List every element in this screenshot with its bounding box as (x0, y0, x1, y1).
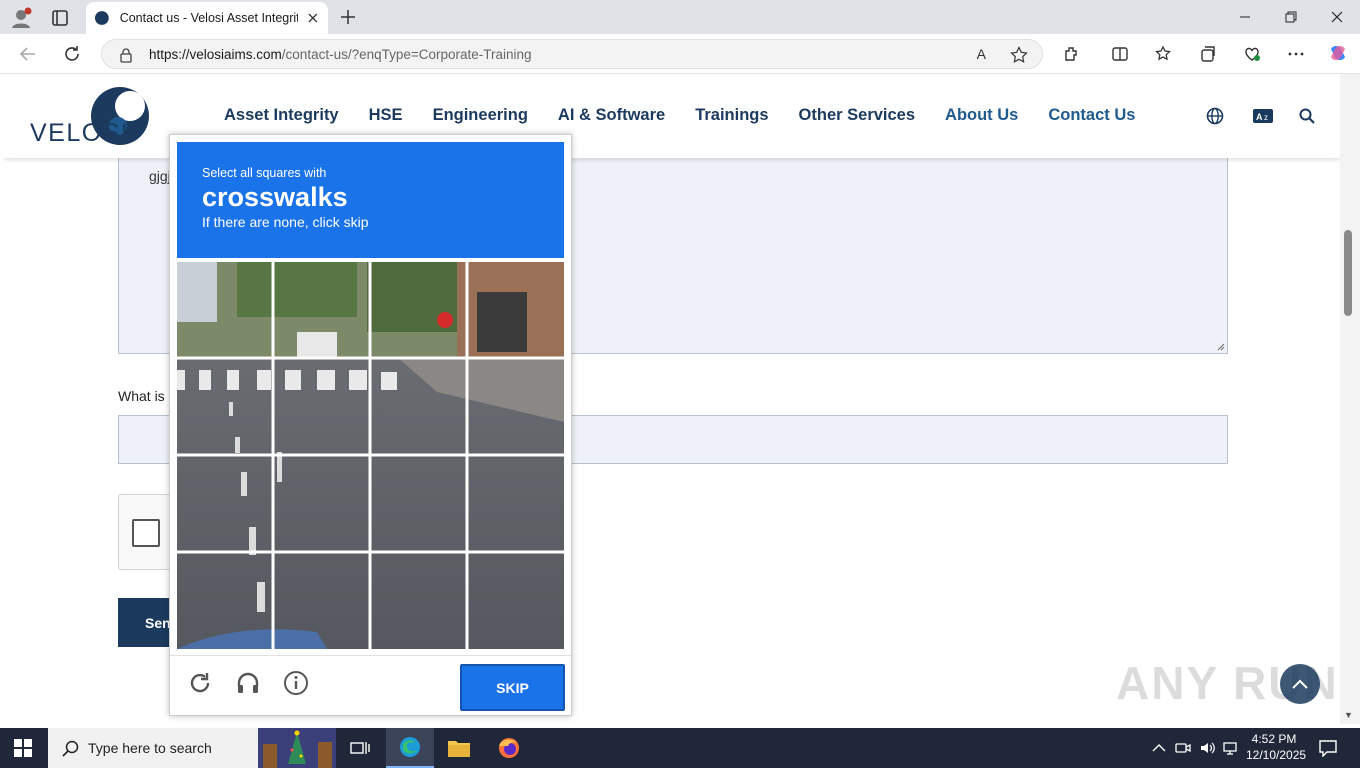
split-screen-icon[interactable] (1110, 44, 1130, 64)
browser-tab-bar: Contact us - Velosi Asset Integrity (0, 0, 1360, 34)
captcha-tile[interactable] (177, 553, 272, 648)
windows-start-icon[interactable] (14, 739, 32, 757)
new-tab-icon[interactable] (339, 8, 357, 26)
captcha-tile[interactable] (177, 262, 272, 357)
notification-center-icon[interactable] (1318, 739, 1338, 757)
message-text: gjgj (149, 168, 171, 184)
windows-taskbar: Type here to search 4:52 PM 12/10/2025 (0, 728, 1360, 768)
scroll-down-arrow-icon[interactable]: ▼ (1344, 710, 1353, 720)
refresh-icon[interactable] (62, 44, 82, 64)
meet-now-icon[interactable] (1175, 740, 1191, 756)
captcha-footer: SKIP (170, 655, 571, 715)
address-bar[interactable]: https://velosiaims.com/contact-us/?enqTy… (101, 39, 1043, 69)
translate-icon[interactable]: Az (1253, 106, 1273, 126)
scroll-to-top-button[interactable] (1280, 664, 1320, 704)
velosi-favicon-icon (94, 11, 109, 25)
collections-icon[interactable] (1198, 44, 1218, 64)
globe-icon[interactable] (1205, 106, 1225, 126)
tab-title: Contact us - Velosi Asset Integrity (119, 11, 299, 25)
minimize-icon[interactable] (1222, 0, 1268, 34)
info-icon[interactable] (282, 669, 310, 697)
svg-text:z: z (1264, 113, 1268, 122)
svg-text:A: A (1256, 112, 1263, 122)
nav-about-us[interactable]: About Us (945, 106, 1018, 125)
nav-asset-integrity[interactable]: Asset Integrity (224, 106, 339, 125)
captcha-tile[interactable] (274, 553, 369, 648)
skip-button[interactable]: SKIP (460, 664, 565, 711)
restore-icon[interactable] (1268, 0, 1314, 34)
favorites-icon[interactable] (1154, 44, 1174, 64)
page-scrollbar[interactable]: ▼ (1340, 74, 1360, 724)
copilot-icon[interactable] (1327, 44, 1347, 64)
captcha-header: Select all squares with crosswalks If th… (177, 142, 564, 258)
captcha-hint: If there are none, click skip (202, 214, 369, 230)
taskbar-search-placeholder: Type here to search (88, 740, 212, 756)
captcha-tile[interactable] (371, 359, 466, 454)
clock-date: 12/10/2025 (1246, 748, 1307, 762)
audio-challenge-icon[interactable] (234, 669, 262, 697)
scrollbar-thumb[interactable] (1344, 230, 1352, 316)
captcha-tile[interactable] (177, 359, 272, 454)
close-window-icon[interactable] (1314, 0, 1360, 34)
search-icon[interactable] (1297, 106, 1317, 126)
clock-time: 4:52 PM (1251, 732, 1297, 746)
captcha-target: crosswalks (202, 182, 348, 212)
captcha-tile[interactable] (468, 456, 563, 551)
captcha-tile[interactable] (177, 456, 272, 551)
close-tab-icon[interactable] (306, 11, 320, 25)
task-view-icon[interactable] (336, 728, 384, 768)
captcha-instruction: Select all squares with (202, 166, 327, 180)
taskbar-search-icon (62, 740, 79, 757)
nav-engineering[interactable]: Engineering (433, 106, 528, 125)
lock-icon[interactable] (119, 47, 133, 63)
captcha-tile[interactable] (274, 262, 369, 357)
nav-ai-software[interactable]: AI & Software (558, 106, 665, 125)
file-explorer-icon[interactable] (435, 728, 483, 768)
captcha-tile[interactable] (468, 262, 563, 357)
logo-text: VELOSI (30, 119, 130, 147)
back-icon[interactable] (18, 44, 38, 64)
captcha-tile[interactable] (468, 359, 563, 454)
nav-hse[interactable]: HSE (369, 106, 403, 125)
captcha-tile[interactable] (274, 359, 369, 454)
browser-essentials-icon[interactable] (1242, 44, 1262, 64)
show-hidden-icons-icon[interactable] (1151, 740, 1167, 756)
nav-contact-us[interactable]: Contact Us (1048, 106, 1135, 125)
main-nav: Asset Integrity HSE Engineering AI & Sof… (224, 106, 1165, 125)
edge-taskbar-icon[interactable] (386, 728, 434, 768)
captcha-question-label: What is (118, 388, 165, 404)
extensions-icon[interactable] (1061, 44, 1081, 64)
captcha-tile[interactable] (468, 553, 563, 648)
nav-other-services[interactable]: Other Services (799, 106, 915, 125)
volume-icon[interactable] (1199, 740, 1215, 756)
network-icon[interactable] (1223, 740, 1239, 756)
captcha-tile[interactable] (371, 456, 466, 551)
taskbar-clock[interactable]: 4:52 PM 12/10/2025 (1246, 731, 1307, 763)
reload-challenge-icon[interactable] (186, 669, 214, 697)
favorite-star-icon[interactable] (1010, 46, 1028, 64)
captcha-tile[interactable] (371, 262, 466, 357)
resize-grip-icon[interactable] (1215, 341, 1225, 351)
captcha-image-grid (177, 262, 564, 649)
profile-icon[interactable] (10, 7, 32, 29)
browser-toolbar: https://velosiaims.com/contact-us/?enqTy… (0, 34, 1360, 74)
captcha-tile[interactable] (371, 553, 466, 648)
captcha-tile[interactable] (274, 456, 369, 551)
recaptcha-checkbox[interactable] (132, 519, 160, 547)
active-tab[interactable]: Contact us - Velosi Asset Integrity (86, 2, 328, 34)
firefox-icon[interactable] (485, 728, 533, 768)
captcha-challenge: Select all squares with crosswalks If th… (169, 134, 572, 716)
more-options-icon[interactable] (1286, 44, 1306, 64)
tab-actions-icon[interactable] (50, 8, 70, 28)
taskbar-search-box[interactable]: Type here to search (48, 728, 336, 768)
nav-trainings[interactable]: Trainings (695, 106, 768, 125)
read-aloud-icon[interactable]: A (977, 46, 986, 62)
search-highlight-image[interactable] (258, 728, 336, 768)
url-text[interactable]: https://velosiaims.com/contact-us/?enqTy… (149, 47, 532, 62)
velosi-logo[interactable]: VELOSI (30, 86, 152, 147)
